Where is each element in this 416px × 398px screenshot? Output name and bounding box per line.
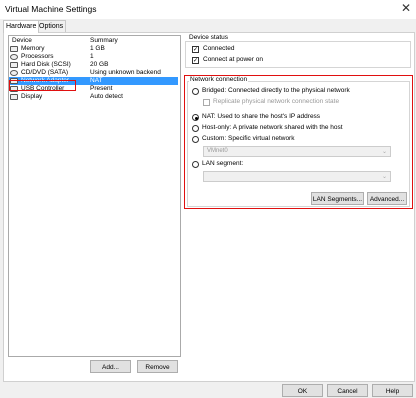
- cd-dvd-icon: [10, 70, 18, 76]
- device-name: Display: [21, 93, 43, 100]
- hard-disk-icon: [10, 62, 18, 68]
- network-connection-title: Network connection: [189, 76, 249, 83]
- custom-network-value: VMnet0: [207, 148, 228, 154]
- connect-at-power-on-checkbox[interactable]: ✓: [192, 57, 199, 64]
- device-row-hard-disk[interactable]: Hard Disk (SCSI) 20 GB: [9, 61, 178, 69]
- device-list-header: Device Summary: [9, 37, 178, 45]
- device-name: Memory: [21, 45, 45, 52]
- remove-button[interactable]: Remove: [137, 360, 178, 373]
- device-column-header: Device: [12, 37, 32, 44]
- memory-icon: [10, 46, 18, 52]
- host-only-label: Host-only: A private network shared with…: [202, 124, 343, 131]
- device-summary: 20 GB: [90, 61, 109, 68]
- advanced-button[interactable]: Advanced...: [367, 192, 407, 205]
- help-button[interactable]: Help: [372, 384, 413, 397]
- device-summary: 1 GB: [90, 45, 105, 52]
- window-title: Virtual Machine Settings: [5, 4, 97, 14]
- device-status-title: Device status: [188, 34, 230, 41]
- device-row-processors[interactable]: Processors 1: [9, 53, 178, 61]
- close-icon[interactable]: ✕: [401, 1, 411, 15]
- connected-checkbox[interactable]: ✓: [192, 46, 199, 53]
- ok-button[interactable]: OK: [282, 384, 323, 397]
- device-summary: Using unknown backend: [90, 69, 161, 76]
- device-summary: Auto detect: [90, 93, 123, 100]
- add-button[interactable]: Add...: [90, 360, 131, 373]
- device-summary: Present: [90, 85, 113, 92]
- display-icon: [10, 94, 18, 100]
- chevron-down-icon: ⌄: [381, 149, 387, 155]
- tab-options[interactable]: Options: [36, 20, 67, 32]
- lan-segment-radio[interactable]: [192, 161, 199, 168]
- bridged-radio[interactable]: [192, 88, 199, 95]
- custom-radio[interactable]: [192, 136, 199, 143]
- device-row-cd-dvd[interactable]: CD/DVD (SATA) Using unknown backend: [9, 69, 178, 77]
- device-summary: 1: [90, 53, 94, 60]
- network-adapter-highlight: [9, 80, 76, 91]
- connect-at-power-on-label: Connect at power on: [203, 56, 263, 63]
- device-name: Hard Disk (SCSI): [21, 61, 71, 68]
- summary-column-header: Summary: [90, 37, 118, 44]
- connected-label: Connected: [203, 45, 235, 52]
- device-name: CD/DVD (SATA): [21, 69, 69, 76]
- tab-hardware[interactable]: Hardware: [3, 20, 40, 33]
- chevron-down-icon: ⌄: [381, 174, 387, 180]
- custom-network-select[interactable]: VMnet0 ⌄: [203, 146, 391, 157]
- nat-label: NAT: Used to share the host's IP address: [202, 113, 321, 120]
- processor-icon: [10, 54, 18, 60]
- cancel-button[interactable]: Cancel: [327, 384, 368, 397]
- device-summary: NAT: [90, 77, 103, 84]
- lan-segment-select[interactable]: ⌄: [203, 171, 391, 182]
- device-row-display[interactable]: Display Auto detect: [9, 93, 178, 101]
- replicate-label: Replicate physical network connection st…: [213, 98, 340, 105]
- nat-radio[interactable]: [192, 114, 199, 121]
- lan-segment-label: LAN segment:: [202, 160, 244, 167]
- replicate-checkbox[interactable]: [203, 99, 210, 106]
- custom-label: Custom: Specific virtual network: [202, 135, 295, 142]
- lan-segments-button[interactable]: LAN Segments...: [311, 192, 364, 205]
- device-name: Processors: [21, 53, 54, 60]
- bridged-label: Bridged: Connected directly to the physi…: [202, 87, 350, 94]
- host-only-radio[interactable]: [192, 125, 199, 132]
- device-row-memory[interactable]: Memory 1 GB: [9, 45, 178, 53]
